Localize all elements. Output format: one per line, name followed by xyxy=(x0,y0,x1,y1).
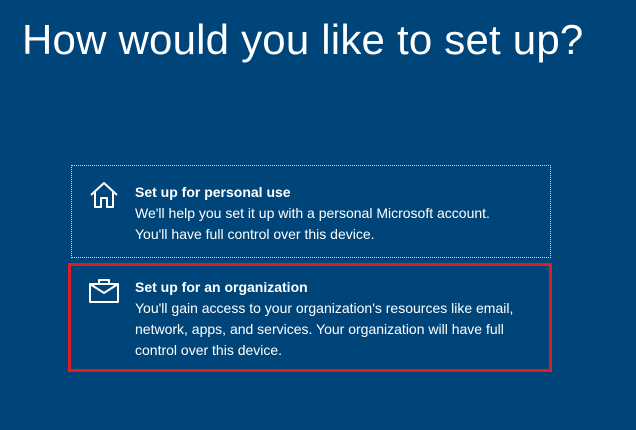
organization-heading: Set up for an organization xyxy=(135,279,308,295)
organization-description: You'll gain access to your organization'… xyxy=(135,300,514,358)
personal-use-description: We'll help you set it up with a personal… xyxy=(135,205,490,242)
page-title: How would you like to set up? xyxy=(22,16,584,63)
personal-use-option[interactable]: Set up for personal use We'll help you s… xyxy=(71,165,551,258)
home-icon xyxy=(89,180,119,210)
personal-use-heading: Set up for personal use xyxy=(135,184,291,200)
briefcase-icon xyxy=(88,276,119,306)
setup-page: How would you like to set up? Set up for… xyxy=(0,0,636,430)
organization-option[interactable]: Set up for an organization You'll gain a… xyxy=(68,263,552,372)
